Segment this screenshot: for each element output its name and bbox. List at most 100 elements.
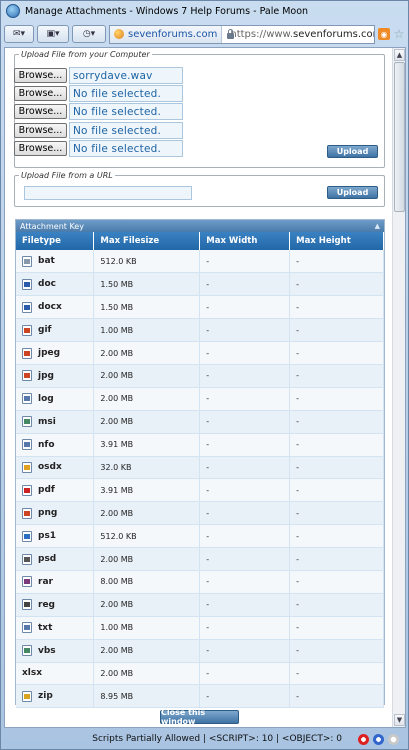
close-window-button[interactable]: Close this window [160, 708, 239, 726]
column-header-filetype: Filetype [16, 232, 95, 250]
window-title: Manage Attachments - Windows 7 Help Foru… [25, 5, 309, 17]
attachment-key-title: Attachment Key [20, 221, 84, 231]
attachment-key-header: Attachment Key ▲ [16, 220, 384, 232]
max-width-cell: - [199, 593, 291, 617]
reg-file-icon [22, 599, 32, 611]
rss-feed-icon[interactable]: ◉ [378, 28, 390, 40]
column-header-max-filesize: Max Filesize [93, 232, 201, 250]
upload-computer-button[interactable]: Upload [327, 145, 378, 158]
scroll-thumb[interactable] [394, 62, 405, 212]
max-width-cell: - [199, 318, 291, 343]
filetype-label: psd [38, 554, 57, 565]
filetype-wrap: nfo [22, 439, 93, 451]
max-filesize-cell: 512.0 KB [93, 524, 201, 549]
osdx-file-icon [22, 461, 32, 473]
filetype-wrap: msi [22, 416, 93, 428]
max-height-cell: - [289, 364, 384, 388]
filetype-wrap: ps1 [22, 530, 93, 542]
max-height-cell: - [289, 272, 384, 297]
bookmark-star-icon[interactable]: ☆ [392, 28, 406, 40]
max-height-cell: - [289, 410, 384, 434]
max-filesize-cell: 1.50 MB [93, 272, 201, 297]
filetype-label: vbs [38, 645, 56, 656]
filetype-label: jpg [38, 370, 54, 381]
filetype-cell: jpeg [16, 341, 95, 365]
max-width-cell: - [199, 547, 291, 571]
zip-file-icon [22, 690, 32, 702]
filetype-cell: txt [16, 616, 95, 640]
table-row: txt 1.00 MB - - [16, 616, 384, 640]
upload-from-url-legend: Upload File from a URL [21, 171, 113, 180]
filetype-cell: bat [16, 250, 95, 274]
filetype-label: zip [38, 691, 53, 702]
browse-button[interactable]: Browse... [14, 141, 67, 156]
max-width-cell: - [199, 250, 291, 274]
url-domain: sevenforums.com [293, 28, 375, 40]
address-bar[interactable]: sevenforums.com https://www.sevenforums.… [109, 24, 375, 44]
collapse-icon[interactable]: ▲ [375, 222, 380, 230]
upload-url-button[interactable]: Upload [327, 186, 378, 199]
browser-window: Manage Attachments - Windows 7 Help Foru… [0, 0, 409, 750]
selected-file-name: No file selected. [69, 140, 183, 157]
browse-button[interactable]: Browse... [14, 104, 67, 119]
mail-icon: ✉▾ [12, 29, 26, 39]
log-file-icon [22, 393, 32, 405]
table-row: psd 2.00 MB - - [16, 547, 384, 571]
max-width-cell: - [199, 639, 291, 663]
toolbox-icon: ▣▾ [46, 29, 60, 39]
upload-url-input[interactable] [24, 186, 192, 200]
filetype-cell: pdf [16, 478, 95, 503]
filetype-cell: xlsx [16, 662, 95, 686]
toolbox-menu-button[interactable]: ▣▾ [37, 25, 69, 43]
history-menu-button[interactable]: ◷▾ [72, 25, 106, 43]
bat-file-icon [22, 255, 32, 267]
filetype-wrap: gif [22, 324, 93, 336]
max-height-cell: - [289, 639, 384, 663]
max-filesize-cell: 1.00 MB [93, 318, 201, 343]
attachment-key-table: Filetype Max Filesize Max Width Max Heig… [16, 232, 384, 709]
mail-menu-button[interactable]: ✉▾ [4, 25, 34, 43]
privacy-icon[interactable] [388, 733, 399, 745]
vertical-scrollbar[interactable]: ▲ ▼ [392, 48, 405, 727]
table-row: reg 2.00 MB - - [16, 593, 384, 617]
gif-file-icon [22, 324, 32, 336]
attachment-key-body: bat 512.0 KB - - doc 1.50 MB - - docx 1.50 MB - - gi… [16, 250, 384, 709]
table-row: docx 1.50 MB - - [16, 295, 384, 320]
rar-file-icon [22, 576, 32, 588]
file-input-row: Browse... No file selected. [14, 140, 184, 157]
filetype-wrap: psd [22, 553, 93, 565]
status-bar: Scripts Partially Allowed | <SCRIPT>: 10… [2, 729, 407, 749]
ps1-file-icon [22, 530, 32, 542]
file-input-row: Browse... sorrydave.wav [14, 67, 184, 84]
filetype-wrap: vbs [22, 645, 93, 657]
table-row: log 2.00 MB - - [16, 387, 384, 411]
filetype-label: msi [38, 416, 56, 427]
max-filesize-cell: 512.0 KB [93, 250, 201, 274]
max-filesize-cell: 2.00 MB [93, 662, 201, 686]
pdf-file-icon [22, 484, 32, 496]
msi-file-icon [22, 416, 32, 428]
noscript-icon[interactable] [358, 733, 369, 745]
browse-button[interactable]: Browse... [14, 123, 67, 138]
max-width-cell: - [199, 410, 291, 434]
file-input-row: Browse... No file selected. [14, 103, 184, 120]
max-height-cell: - [289, 684, 384, 709]
table-row: pdf 3.91 MB - - [16, 478, 384, 503]
file-input-row: Browse... No file selected. [14, 122, 184, 139]
column-header-max-width: Max Width [199, 232, 291, 250]
script-status-icon[interactable] [373, 733, 384, 745]
max-filesize-cell: 2.00 MB [93, 593, 201, 617]
max-height-cell: - [289, 593, 384, 617]
filetype-label: jpeg [38, 348, 61, 358]
scroll-down-icon[interactable]: ▼ [394, 714, 405, 726]
browse-button[interactable]: Browse... [14, 68, 67, 83]
filetype-wrap: png [22, 507, 93, 519]
scroll-up-icon[interactable]: ▲ [394, 49, 405, 61]
filetype-wrap: txt [22, 622, 93, 634]
max-width-cell: - [199, 662, 291, 686]
table-row: osdx 32.0 KB - - [16, 456, 384, 480]
browse-button[interactable]: Browse... [14, 86, 67, 101]
table-row: ps1 512.0 KB - - [16, 524, 384, 549]
site-identity-badge[interactable]: sevenforums.com [110, 25, 223, 43]
selected-file-name: sorrydave.wav [69, 67, 183, 84]
